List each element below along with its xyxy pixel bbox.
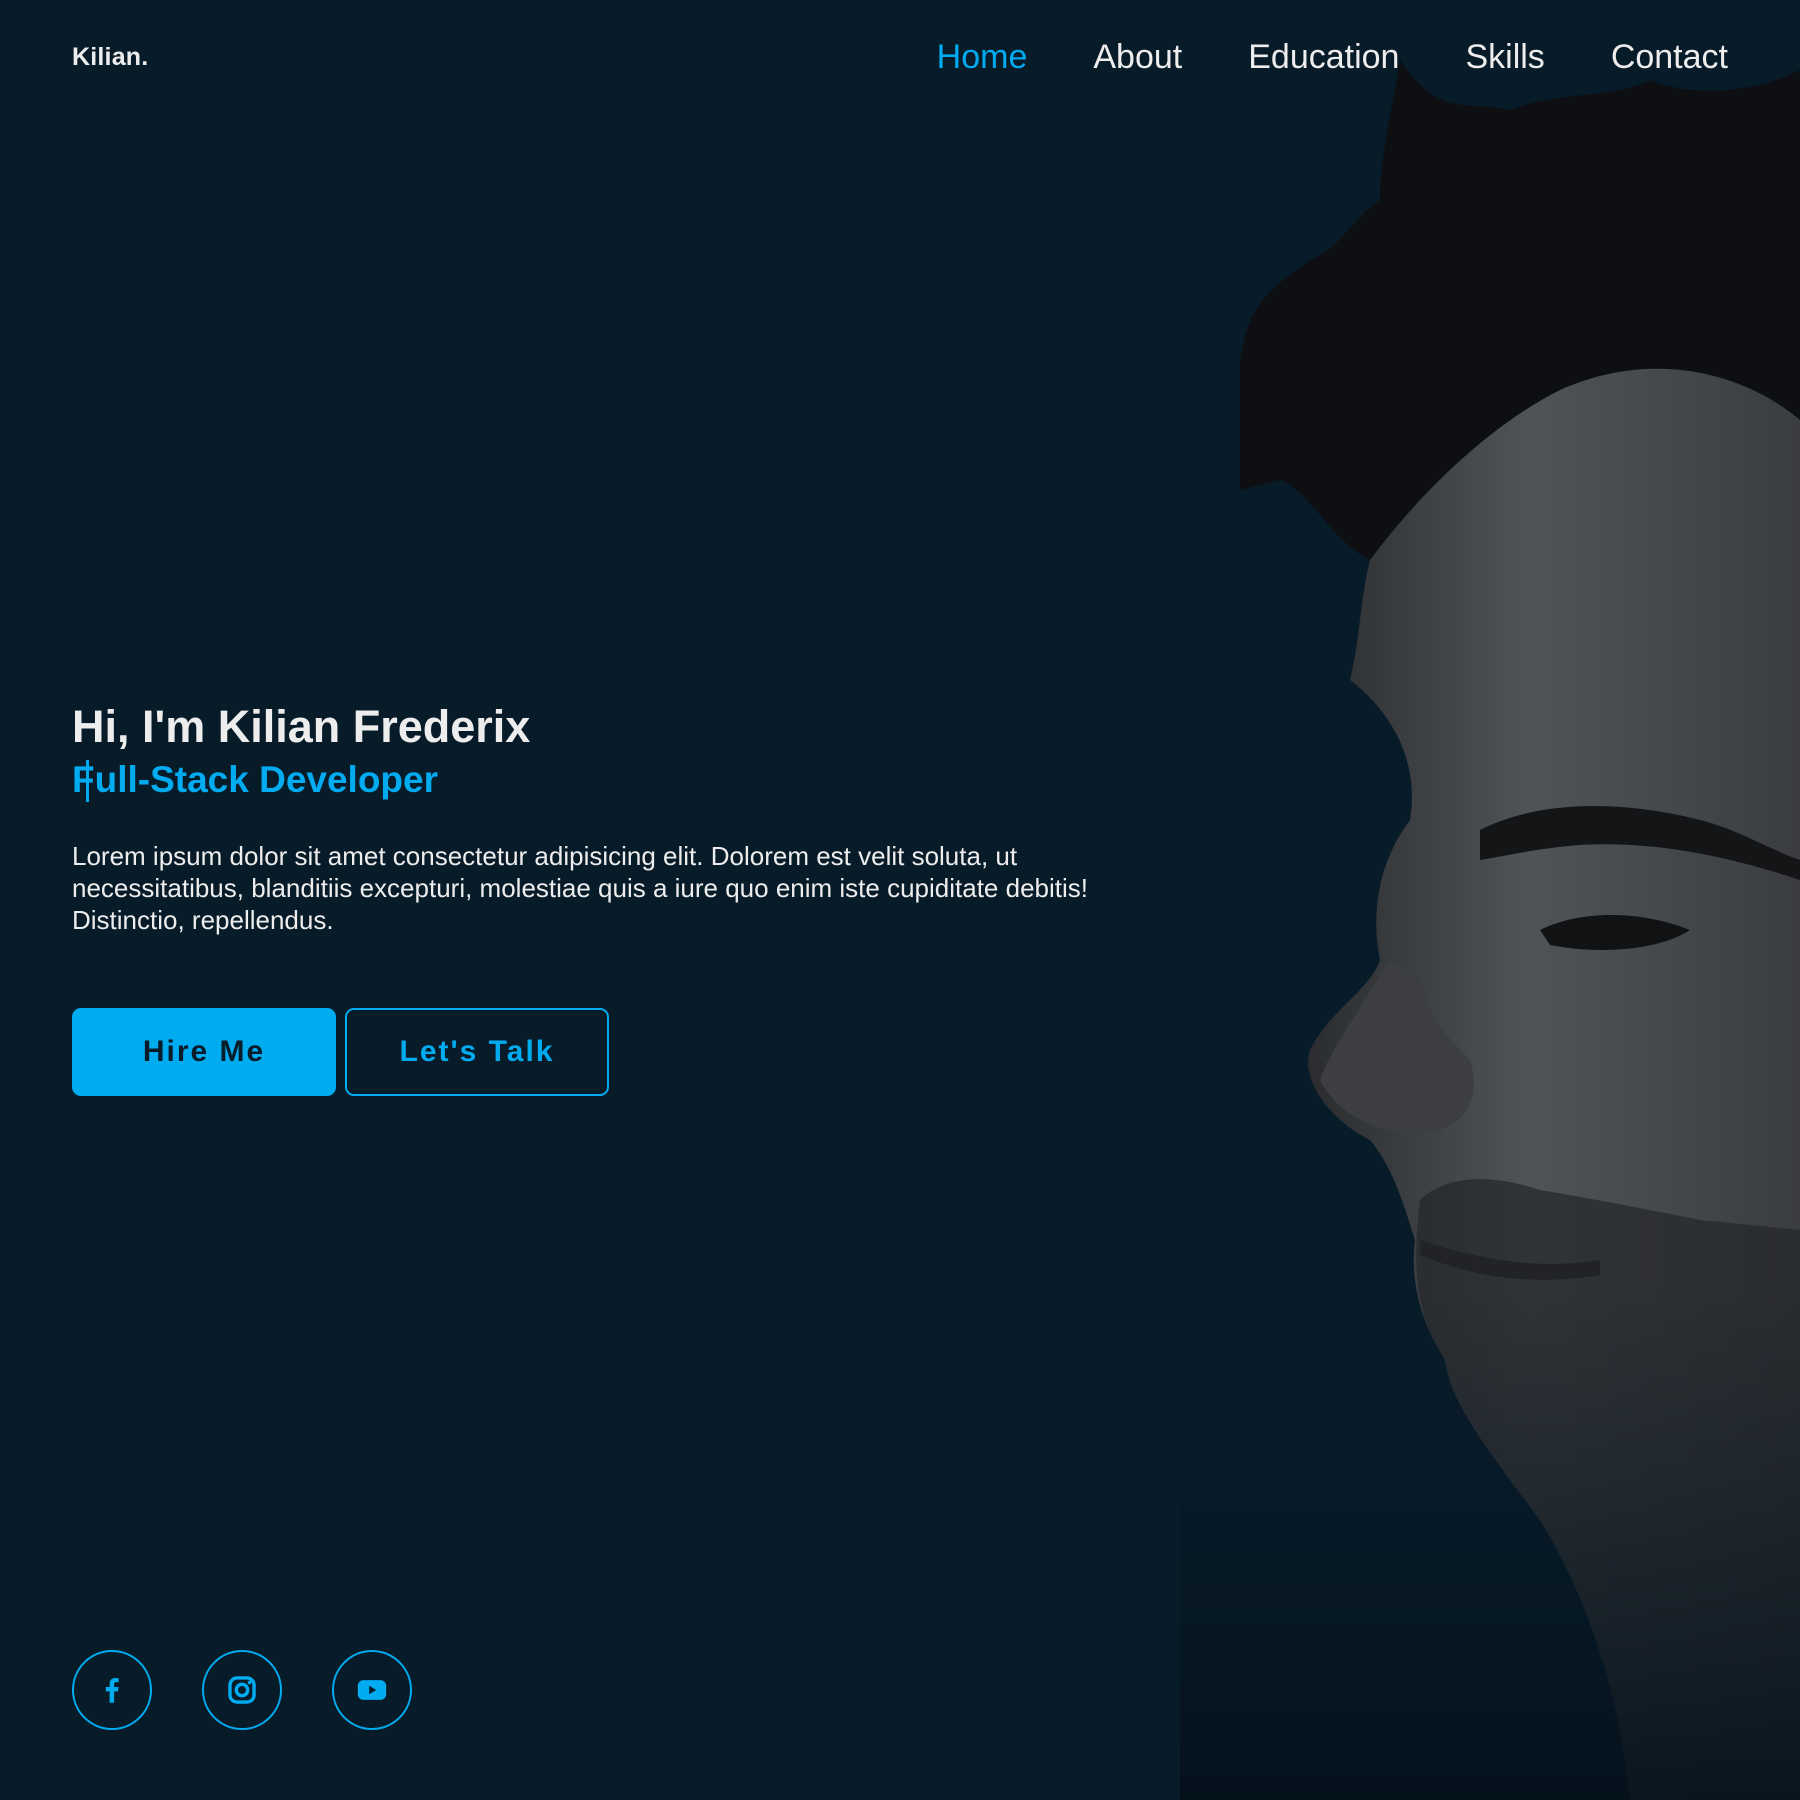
- profile-photo: [1180, 60, 1800, 1800]
- hero-role-text: Full-Stack Developer: [72, 759, 439, 800]
- hire-me-button[interactable]: Hire Me: [72, 1008, 336, 1097]
- hero-greeting: Hi, I'm Kilian Frederix: [72, 701, 531, 752]
- nav-link-education[interactable]: Education: [1248, 38, 1399, 77]
- youtube-icon: [357, 1680, 387, 1700]
- site-header: Kilian. Home About Education Skills Cont…: [0, 0, 1800, 115]
- instagram-link[interactable]: [202, 1650, 282, 1730]
- facebook-icon: [105, 1677, 119, 1703]
- instagram-icon: [228, 1676, 256, 1704]
- nav-link-about[interactable]: About: [1093, 38, 1182, 77]
- youtube-link[interactable]: [332, 1650, 412, 1730]
- facebook-link[interactable]: [72, 1650, 152, 1730]
- nav-link-skills[interactable]: Skills: [1465, 38, 1544, 77]
- nav-link-home[interactable]: Home: [937, 38, 1028, 77]
- lets-talk-button[interactable]: Let's Talk: [345, 1008, 609, 1097]
- hero-role: Full-Stack Developer: [72, 758, 438, 802]
- page: Kilian. Home About Education Skills Cont…: [0, 0, 1800, 1800]
- nav-link-contact[interactable]: Contact: [1611, 38, 1728, 77]
- social-links: [72, 1650, 412, 1730]
- typing-caret: [86, 760, 89, 802]
- site-logo[interactable]: Kilian.: [72, 43, 148, 72]
- hero-buttons: Hire Me Let's Talk: [72, 1008, 1132, 1097]
- hero-section: Hi, I'm Kilian Frederix Full-Stack Devel…: [72, 700, 1132, 1097]
- main-nav: Home About Education Skills Contact: [937, 38, 1728, 77]
- hero-description: Lorem ipsum dolor sit amet consectetur a…: [72, 841, 1088, 936]
